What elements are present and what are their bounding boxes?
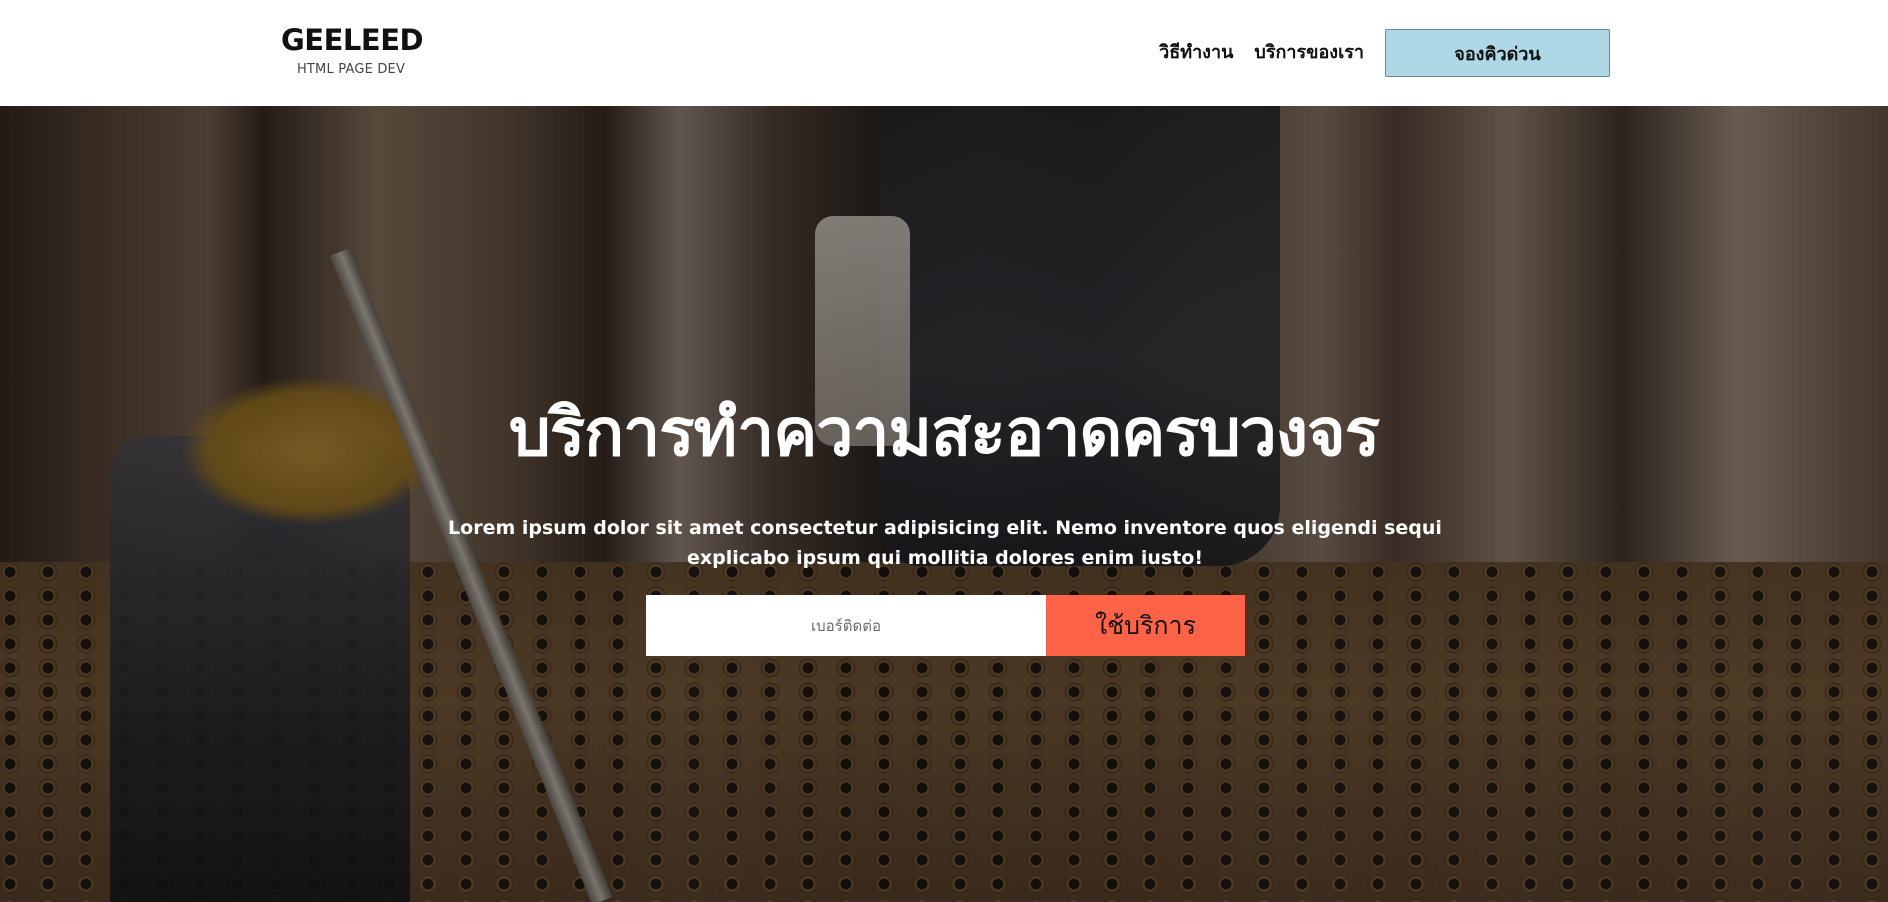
hero-content: บริการทำความสะอาดครบวงจร Lorem ipsum dol… <box>0 106 1888 902</box>
phone-input[interactable] <box>646 595 1046 656</box>
hero-description: Lorem ipsum dolor sit amet consectetur a… <box>448 517 1442 569</box>
use-service-button[interactable]: ใช้บริการ <box>1046 595 1245 656</box>
navbar: GEELEED HTML PAGE DEV วิธีทำงาน บริการขอ… <box>0 0 1888 106</box>
brand-logo[interactable]: GEELEED HTML PAGE DEV <box>281 20 424 77</box>
book-now-button[interactable]: จองคิวด่วน <box>1385 29 1610 77</box>
nav-link-how-it-works[interactable]: วิธีทำงาน <box>1159 29 1233 77</box>
brand-tagline: HTML PAGE DEV <box>296 62 406 77</box>
nav-link-our-services[interactable]: บริการของเรา <box>1254 29 1364 77</box>
brand-name: GEELEED <box>281 23 424 57</box>
hero-section: บริการทำความสะอาดครบวงจร Lorem ipsum dol… <box>0 106 1888 902</box>
nav-menu: วิธีทำงาน บริการของเรา จองคิวด่วน <box>1159 29 1610 77</box>
hero-title: บริการทำความสะอาดครบวงจร <box>508 394 1380 471</box>
phone-signup-form: ใช้บริการ <box>646 595 1245 656</box>
